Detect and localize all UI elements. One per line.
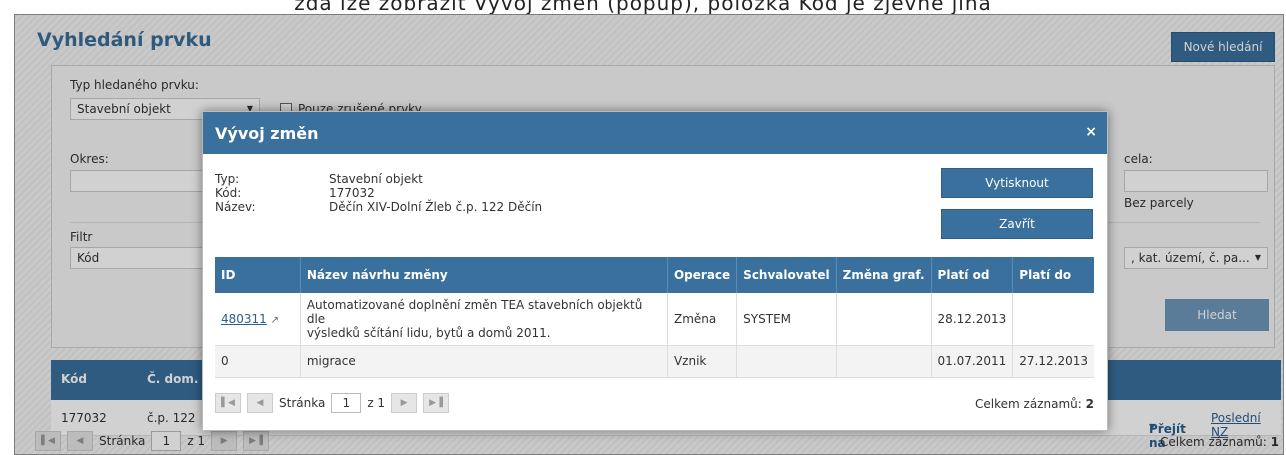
info-values: Stavební objekt 177032 Děčín XIV-Dolní Ž… [329,172,542,214]
changes-table: ID Název návrhu změny Operace Schvalovat… [215,257,1094,378]
th-plati-do: Platí do [1012,257,1094,293]
cell-operace: Vznik [667,345,738,378]
page-input[interactable]: 1 [331,393,362,413]
prev-page-icon[interactable]: ◀ [247,393,273,413]
cell-id: 480311 ↗ [215,293,301,346]
top-text-strip: zda lze zobrazit Vývoj změn (popup), pol… [0,0,1286,14]
cell-plati-od: 28.12.2013 [931,293,1014,346]
cell-id: 0 [215,345,301,378]
page-label: Stránka [279,396,326,410]
next-page-icon[interactable]: ▶ [391,393,418,413]
modal-header: Vývoj změn × [203,112,1107,154]
th-operace: Operace [667,257,738,293]
cell-name: migrace [300,345,668,378]
th-plati-od: Platí od [931,257,1014,293]
table-header-row: ID Název návrhu změny Operace Schvalovat… [215,257,1094,293]
cell-zmena-graf [836,293,932,346]
cell-operace: Změna [667,293,738,346]
cell-plati-do: 27.12.2013 [1012,345,1094,378]
th-schvalovatel: Schvalovatel [736,257,837,293]
table-row[interactable]: 480311 ↗ Automatizované doplnění změn TE… [215,293,1094,346]
kod-value: 177032 [329,186,375,200]
print-button[interactable]: Vytisknout [941,168,1093,198]
name-line-1: Automatizované doplnění změn TEA stavebn… [306,297,643,326]
total-value: 2 [1085,397,1094,411]
info-labels: Typ: Kód: Název: [215,172,256,214]
cell-name: Automatizované doplnění změn TEA stavebn… [300,293,668,346]
total-label: Celkem záznamů: [975,397,1082,411]
name-line-2: výsledků sčítání lidu, bytů a domů 2011. [306,325,551,340]
close-button[interactable]: Zavřít [941,209,1093,239]
last-page-icon[interactable]: ▶▐ [423,393,450,413]
page-of: z 1 [367,396,386,410]
kod-label: Kód: [215,186,242,200]
modal-pager: ▌◀ ◀ Stránka 1 z 1 ▶ ▶▐ [215,393,450,413]
change-id-link[interactable]: 480311 [221,312,267,326]
close-icon[interactable]: × [1085,124,1097,140]
th-id: ID [215,257,301,293]
cell-zmena-graf [836,345,932,378]
nazev-label: Název: [215,200,256,214]
modal-total: Celkem záznamů: 2 [975,397,1094,411]
nazev-value: Děčín XIV-Dolní Žleb č.p. 122 Děčín [329,200,543,214]
change-history-dialog: Vývoj změn × Typ: Kód: Název: Stavební o… [202,111,1108,431]
cell-schvalovatel: SYSTEM [736,293,837,346]
typ-label: Typ: [215,172,240,186]
th-name: Název návrhu změny [300,257,668,293]
modal-title: Vývoj změn [215,124,319,143]
table-row[interactable]: 0 migrace Vznik 01.07.2011 27.12.2013 [215,345,1094,378]
external-link-icon[interactable]: ↗ [271,315,279,326]
cell-plati-do [1012,293,1094,346]
first-page-icon[interactable]: ▌◀ [215,393,241,413]
typ-value: Stavební objekt [329,172,423,186]
top-strip-text: zda lze zobrazit Vývoj změn (popup), pol… [294,0,992,14]
modal-footer: ▌◀ ◀ Stránka 1 z 1 ▶ ▶▐ Celkem záznamů: … [215,393,1094,419]
cell-plati-od: 01.07.2011 [931,345,1014,378]
th-zmena-graf: Změna graf. [836,257,932,293]
cell-schvalovatel [736,345,837,378]
